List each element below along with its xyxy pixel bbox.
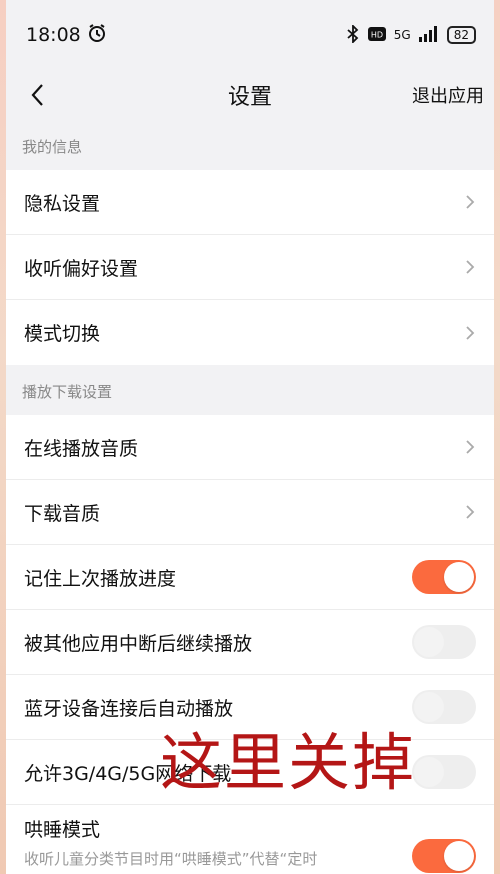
status-left: 18:08: [26, 23, 107, 48]
row-label: 被其他应用中断后继续播放: [24, 632, 253, 655]
remember-progress-row: 记住上次播放进度: [6, 545, 494, 610]
alarm-icon: [87, 23, 107, 48]
chevron-right-icon: [464, 503, 476, 521]
chevron-right-icon: [464, 324, 476, 342]
status-right: HD 5G 82: [346, 23, 476, 46]
privacy-settings-row[interactable]: 隐私设置: [6, 170, 494, 235]
row-label: 下载音质: [24, 502, 101, 525]
toggle-knob: [414, 692, 444, 722]
listening-preferences-row[interactable]: 收听偏好设置: [6, 235, 494, 300]
row-label: 哄睡模式: [24, 819, 101, 841]
sleep-mode-toggle[interactable]: [412, 839, 476, 873]
row-label: 记住上次播放进度: [24, 567, 177, 590]
online-quality-row[interactable]: 在线播放音质: [6, 415, 494, 480]
bluetooth-autoplay-toggle[interactable]: [412, 690, 476, 724]
clock: 18:08: [26, 24, 81, 46]
hd-icon: HD: [367, 26, 386, 44]
toggle-knob: [414, 757, 444, 787]
chevron-right-icon: [464, 438, 476, 456]
allow-mobile-download-toggle[interactable]: [412, 755, 476, 789]
handwritten-annotation: 这里关掉: [160, 726, 417, 799]
network-label: 5G: [393, 28, 411, 42]
section-header-play-download: 播放下载设置: [6, 365, 494, 415]
resume-after-interrupt-row: 被其他应用中断后继续播放: [6, 610, 494, 675]
status-bar: 18:08 HD 5G 82: [6, 0, 494, 70]
battery-indicator: 82: [446, 26, 476, 44]
row-label: 在线播放音质: [24, 437, 139, 460]
sleep-mode-row: 哄睡模式 收听儿童分类节目时用“哄睡模式”代替“定时: [6, 805, 494, 874]
signal-icon: [418, 25, 439, 45]
remember-progress-toggle[interactable]: [412, 560, 476, 594]
chevron-right-icon: [464, 193, 476, 211]
chevron-right-icon: [464, 258, 476, 276]
nav-bar: 设置 退出应用: [6, 70, 494, 120]
bluetooth-icon: [346, 23, 360, 46]
toggle-knob: [414, 627, 444, 657]
section-header-my-info: 我的信息: [6, 120, 494, 170]
row-label: 收听偏好设置: [24, 257, 139, 280]
resume-after-interrupt-toggle[interactable]: [412, 625, 476, 659]
toggle-knob: [444, 562, 474, 592]
row-description: 收听儿童分类节目时用“哄睡模式”代替“定时: [24, 850, 318, 868]
toggle-knob: [444, 841, 474, 871]
row-label: 模式切换: [24, 323, 101, 345]
mode-switch-row[interactable]: 模式切换: [6, 300, 494, 365]
exit-app-button[interactable]: 退出应用: [412, 82, 484, 108]
row-label: 隐私设置: [24, 192, 101, 215]
svg-text:HD: HD: [371, 30, 383, 39]
download-quality-row[interactable]: 下载音质: [6, 480, 494, 545]
